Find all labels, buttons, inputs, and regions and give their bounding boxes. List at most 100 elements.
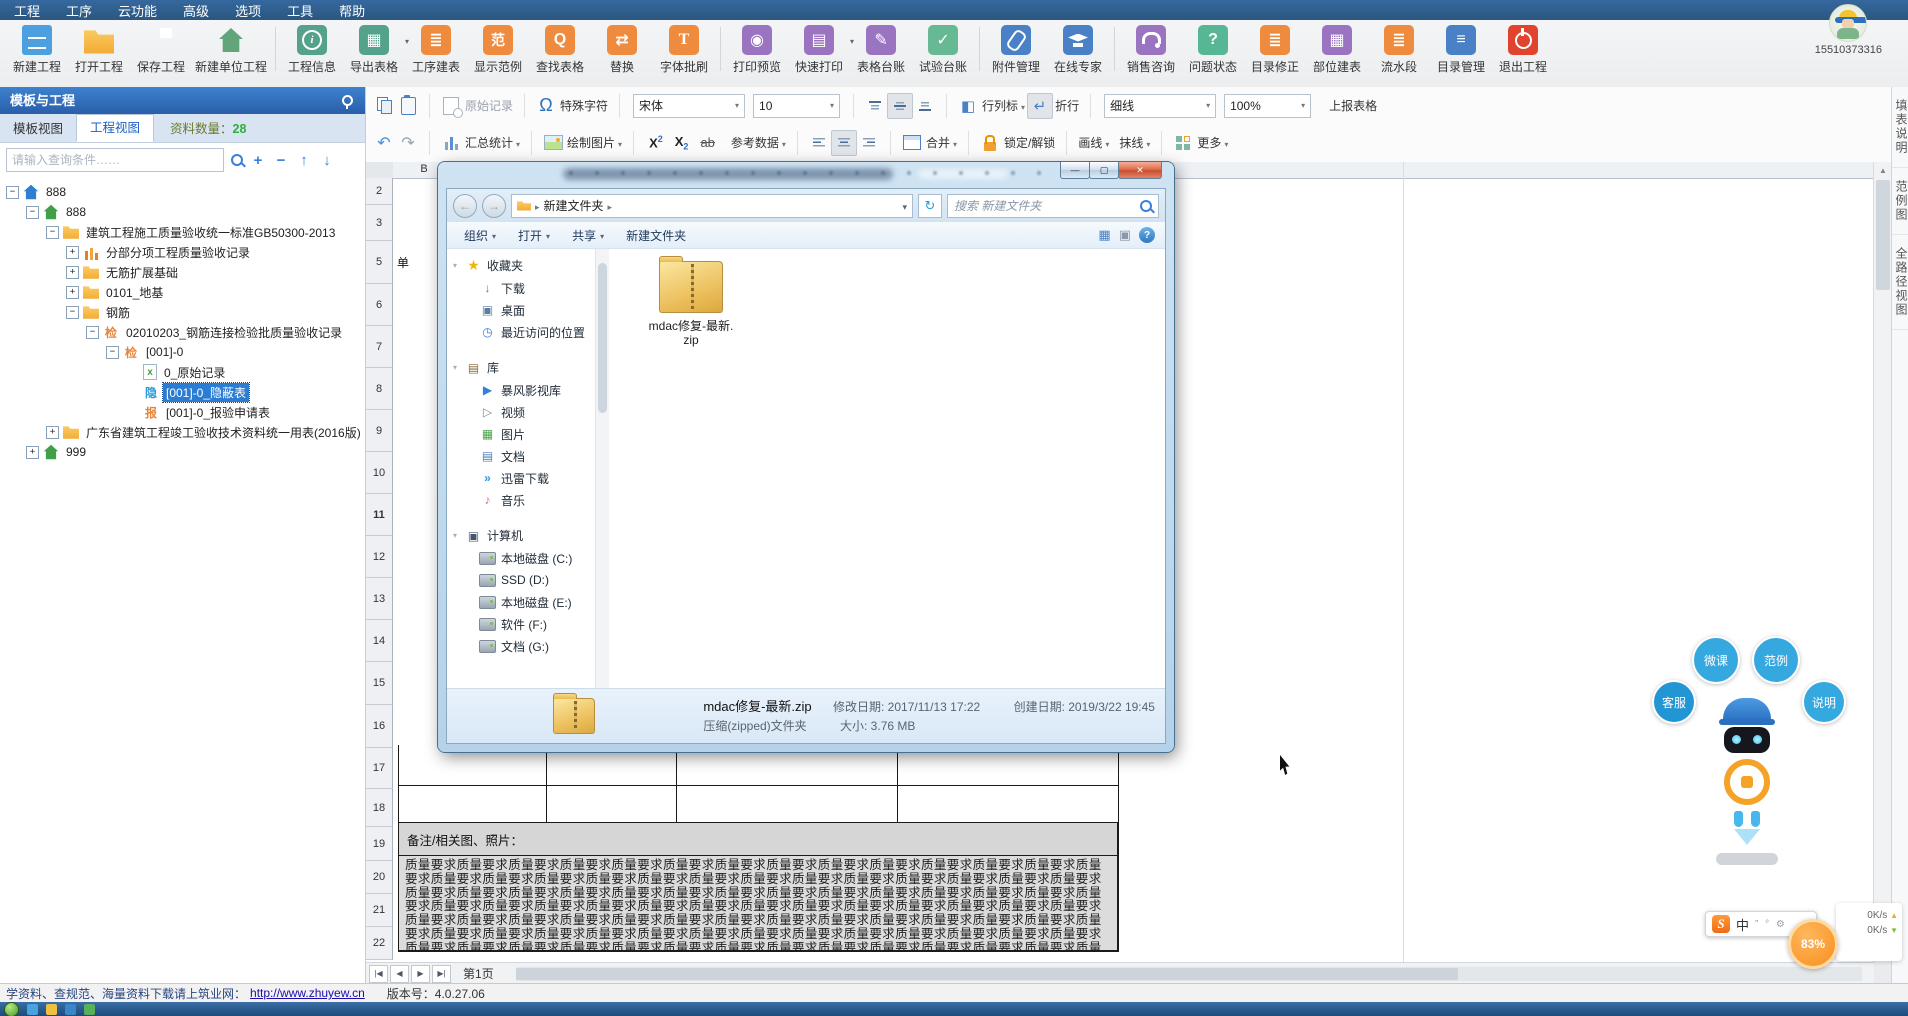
tree-expander[interactable]: +: [66, 286, 79, 299]
command-bar-item[interactable]: 共享: [561, 224, 615, 246]
menu-item[interactable]: 工程: [14, 1, 40, 20]
scroll-up-icon[interactable]: ▲: [1874, 162, 1892, 178]
command-bar-item[interactable]: 新建文件夹: [615, 224, 697, 246]
tree-item[interactable]: − 检 02010203_钢筋连接检验批质量验收记录: [0, 322, 365, 342]
nav-item[interactable]: 软件 (F:): [453, 613, 595, 635]
menu-item[interactable]: 云功能: [118, 1, 157, 20]
draw-picture-label[interactable]: 绘制图片: [567, 134, 622, 151]
nav-item-label[interactable]: 视频: [501, 404, 525, 421]
breadcrumb-folder[interactable]: 新建文件夹: [544, 197, 604, 214]
nav-item[interactable]: ♪ 音乐: [453, 489, 595, 511]
tree-expander[interactable]: +: [66, 246, 79, 259]
toolbar-button[interactable]: T 字体批刷: [653, 25, 715, 75]
sheet-cell-fragment[interactable]: 单: [397, 254, 409, 271]
tree-item[interactable]: − 钢筋: [0, 302, 365, 322]
row-header[interactable]: 6: [366, 284, 393, 326]
tree-item[interactable]: x 0_原始记录: [0, 362, 365, 382]
collapse-icon[interactable]: −: [273, 152, 289, 169]
menu-item[interactable]: 工序: [66, 1, 92, 20]
row-header[interactable]: 15: [366, 662, 393, 705]
tree-item[interactable]: + 999: [0, 442, 365, 462]
nav-item-label[interactable]: 暴风影视库: [501, 382, 561, 399]
row-header[interactable]: 18: [366, 789, 393, 827]
search-icon[interactable]: [231, 154, 243, 166]
original-record-icon[interactable]: [439, 94, 463, 118]
toolbar-button[interactable]: 新建工程: [6, 25, 68, 75]
tree-expander[interactable]: +: [66, 266, 79, 279]
toolbar-button[interactable]: ✓ 试验台账: [912, 25, 974, 75]
user-account[interactable]: 15510373316: [1815, 4, 1882, 56]
more-label[interactable]: 更多: [1197, 134, 1228, 151]
row-header[interactable]: 8: [366, 368, 393, 410]
nav-expander-icon[interactable]: ▾: [453, 261, 465, 270]
nav-item-label[interactable]: SSD (D:): [501, 573, 549, 587]
tree-item[interactable]: + 无筋扩展基础: [0, 262, 365, 282]
tree-item-label[interactable]: 建筑工程施工质量验收统一标准GB50300-2013: [83, 223, 338, 242]
row-header[interactable]: 22: [366, 927, 393, 960]
back-button[interactable]: [453, 194, 477, 218]
row-header[interactable]: 3: [366, 205, 393, 241]
explorer-search[interactable]: 搜索 新建文件夹: [947, 194, 1159, 218]
row-header[interactable]: 16: [366, 705, 393, 748]
tree-item-label[interactable]: 02010203_钢筋连接检验批质量验收记录: [123, 323, 345, 342]
toolbar-button[interactable]: ▦ ▾ 导出表格: [343, 25, 405, 75]
tree-item-label[interactable]: [001]-0_隐蔽表: [163, 383, 249, 402]
row-header[interactable]: 11: [366, 494, 393, 536]
nav-item[interactable]: SSD (D:): [453, 569, 595, 591]
row-header[interactable]: 20: [366, 861, 393, 894]
rowcol-header-label[interactable]: 行列标: [982, 97, 1025, 114]
horizontal-scrollbar[interactable]: [516, 967, 1862, 981]
tree-item[interactable]: − 建筑工程施工质量验收统一标准GB50300-2013: [0, 222, 365, 242]
line-style-select[interactable]: 细线: [1104, 94, 1216, 118]
forward-button[interactable]: [482, 194, 506, 218]
tree-item[interactable]: + 广东省建筑工程竣工验收技术资料统一用表(2016版): [0, 422, 365, 442]
toolbar-button[interactable]: ▦ 部位建表: [1306, 25, 1368, 75]
toolbar-button[interactable]: ⇄ 替换: [591, 25, 653, 75]
align-left-icon[interactable]: [807, 131, 831, 155]
nav-item[interactable]: ▤ 文档: [453, 445, 595, 467]
nav-item-label[interactable]: 文档: [501, 448, 525, 465]
zoom-select[interactable]: 100%: [1224, 94, 1311, 118]
original-record-label[interactable]: 原始记录: [465, 97, 513, 114]
file-item[interactable]: mdac修复-最新. zip: [643, 261, 739, 347]
row-header[interactable]: 7: [366, 326, 393, 368]
row-header[interactable]: 10: [366, 452, 393, 494]
nav-item[interactable]: ▷ 视频: [453, 401, 595, 423]
valign-middle-icon[interactable]: [887, 93, 913, 119]
tree-expander[interactable]: −: [26, 206, 39, 219]
website-link[interactable]: http://www.zhuyew.cn: [250, 986, 365, 1000]
nav-item[interactable]: » 迅雷下载: [453, 467, 595, 489]
tree-expander[interactable]: −: [86, 326, 99, 339]
windows-taskbar[interactable]: [0, 1002, 1908, 1016]
tree-item[interactable]: − 888: [0, 182, 365, 202]
strikethrough-button[interactable]: ab: [700, 135, 714, 150]
wrap-text-icon[interactable]: ↵: [1027, 93, 1053, 119]
merge-cells-icon[interactable]: [900, 131, 924, 155]
tab-project-view[interactable]: 工程视图: [76, 114, 154, 142]
menu-item[interactable]: 高级: [183, 1, 209, 20]
nav-item[interactable]: ↓ 下载: [453, 277, 595, 299]
copy-icon[interactable]: [372, 94, 396, 118]
align-right-icon[interactable]: [857, 131, 881, 155]
change-view-icon[interactable]: ▦: [1098, 227, 1110, 243]
expand-icon[interactable]: +: [250, 152, 266, 169]
row-header[interactable]: 2: [366, 178, 393, 205]
toolbar-button[interactable]: 打开工程: [68, 25, 130, 75]
nav-item-label[interactable]: 本地磁盘 (E:): [501, 594, 572, 611]
sogou-logo-icon[interactable]: S: [1712, 915, 1730, 933]
toolbar-button[interactable]: ≣ 工序建表: [405, 25, 467, 75]
taskbar-app-icon[interactable]: [84, 1004, 95, 1015]
right-panel-tab[interactable]: 范例图: [1892, 168, 1908, 235]
move-down-icon[interactable]: ↓: [319, 152, 335, 169]
tree-expander[interactable]: −: [106, 346, 119, 359]
file-name[interactable]: mdac修复-最新. zip: [643, 319, 739, 347]
nav-item-label[interactable]: 最近访问的位置: [501, 324, 585, 341]
toolbar-button[interactable]: 退出工程: [1492, 25, 1554, 75]
tree-item[interactable]: − 检 [001]-0: [0, 342, 365, 362]
explorer-window[interactable]: — ▢ ✕ 新建文件夹 搜索 新建文件夹: [438, 162, 1174, 752]
nav-item-label[interactable]: 迅雷下载: [501, 470, 549, 487]
tree-item-label[interactable]: 广东省建筑工程竣工验收技术资料统一用表(2016版): [83, 423, 364, 442]
draw-line-label[interactable]: 画线: [1078, 134, 1109, 151]
tree-expander[interactable]: +: [26, 446, 39, 459]
ime-mode[interactable]: 中: [1736, 915, 1749, 934]
